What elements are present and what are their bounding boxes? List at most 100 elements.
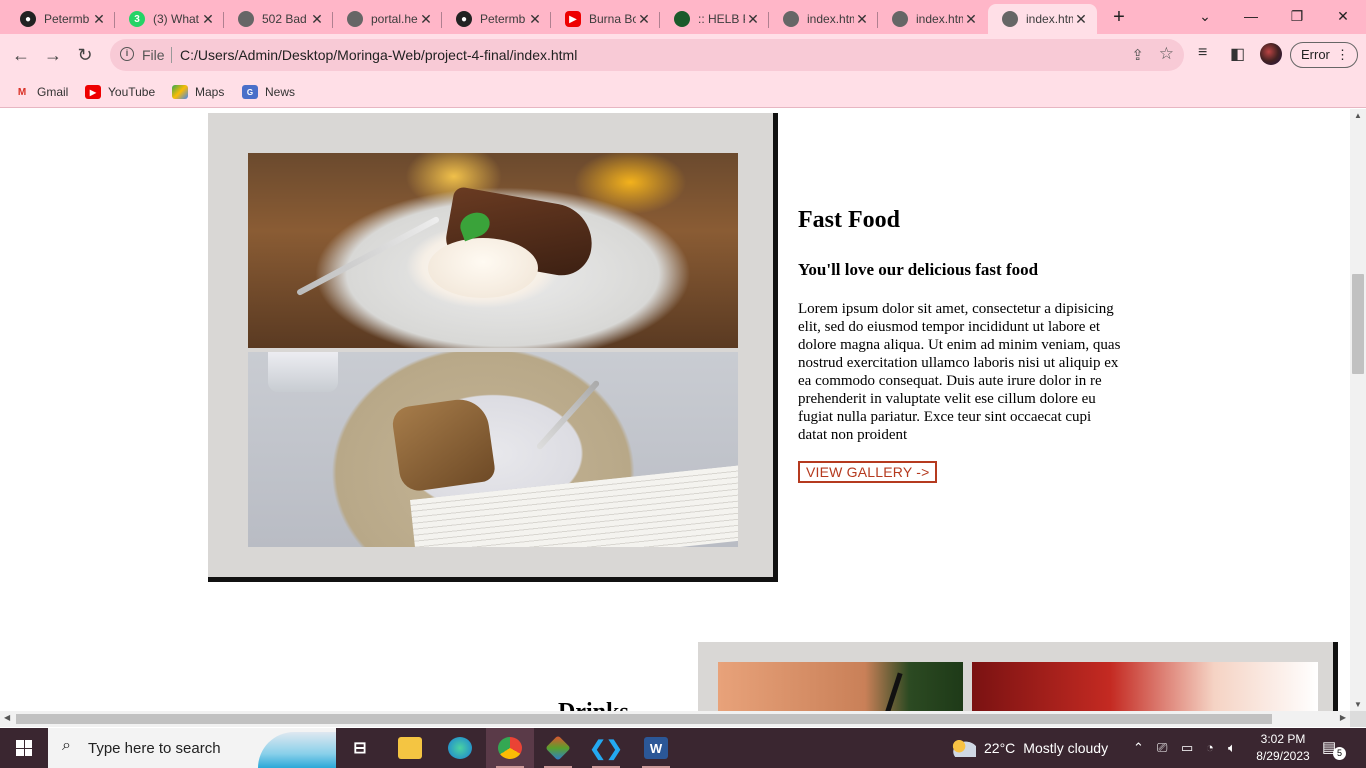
close-tab-icon[interactable]: ✕ [200,11,216,28]
error-label: Error [1301,47,1330,62]
close-tab-icon[interactable]: ✕ [91,11,107,28]
start-button[interactable] [0,728,48,768]
section-body: Lorem ipsum dolor sit amet, consectetur … [798,301,1121,443]
task-view-button[interactable]: ⊟ [336,728,384,768]
edge-icon [448,737,472,759]
folder-icon [398,737,422,759]
drink-photo-left [718,662,963,711]
view-gallery-button[interactable]: VIEW GALLERY -> [798,461,938,483]
close-tab-icon[interactable]: ✕ [854,11,870,28]
bookmark-youtube[interactable]: ▶ YouTube [85,83,155,101]
info-icon[interactable]: i [120,47,134,61]
restore-button[interactable]: ❐ [1274,0,1320,34]
close-tab-icon[interactable]: ✕ [527,11,543,28]
tab-github-1[interactable]: ● Petermb ✕ [6,4,115,34]
wifi-icon[interactable]: ◔ [1206,740,1214,755]
side-panel-icon[interactable]: ◧ [1230,44,1245,64]
tab-title: Petermb [44,12,90,26]
horizontal-scrollbar[interactable]: ◀ ▶ [0,711,1350,727]
search-placeholder: Type here to search [88,740,221,757]
close-tab-icon[interactable]: ✕ [418,11,434,28]
tab-index-2[interactable]: index.htm ✕ [878,4,987,34]
tab-title: Burna Bo [589,12,636,26]
bookmark-star-icon[interactable]: ☆ [1159,44,1174,64]
bookmark-maps[interactable]: Maps [172,83,224,101]
cake-photo-top [248,153,738,348]
youtube-icon: ▶ [85,85,101,99]
close-tab-icon[interactable]: ✕ [963,11,979,28]
vertical-scroll-thumb[interactable] [1352,274,1364,374]
cake-piece-shape [390,395,497,494]
url-divider [171,47,172,63]
whatsapp-icon: 3 [129,11,145,27]
meet-now-icon[interactable]: ⎚ [1157,740,1167,756]
address-bar[interactable]: i File C:/Users/Admin/Desktop/Moringa-We… [110,39,1184,71]
tab-index-active[interactable]: index.htm ✕ [988,4,1097,34]
profile-error-button[interactable]: Error ⋮ [1290,42,1358,68]
tab-github-2[interactable]: ● Petermb ✕ [442,4,551,34]
bookmark-news[interactable]: G News [242,83,295,101]
tab-portal[interactable]: portal.he ✕ [333,4,442,34]
scroll-up-arrow-icon[interactable]: ▲ [1354,111,1362,120]
close-tab-icon[interactable]: ✕ [1073,11,1089,28]
close-tab-icon[interactable]: ✕ [309,11,325,28]
battery-icon[interactable]: ▭ [1181,740,1193,756]
close-window-button[interactable]: ✕ [1320,0,1366,34]
globe-icon [347,11,363,27]
share-icon[interactable]: ⇪ [1131,46,1144,64]
url-text[interactable]: C:/Users/Admin/Desktop/Moringa-Web/proje… [180,47,577,63]
git-tool-button[interactable] [534,728,582,768]
clock-date: 8/29/2023 [1256,749,1310,763]
tab-helb[interactable]: :: HELB P ✕ [660,4,769,34]
tab-index-1[interactable]: index.htm ✕ [769,4,878,34]
file-explorer-button[interactable] [386,728,434,768]
volume-icon[interactable]: 🔈︎ [1228,740,1236,756]
minimize-button[interactable]: — [1228,0,1274,34]
fork-shape [295,215,441,297]
notification-center-button[interactable]: ▤ 5 [1322,738,1346,760]
youtube-icon: ▶ [565,11,581,27]
tab-whatsapp[interactable]: 3 (3) What ✕ [115,4,224,34]
gmail-icon: M [17,86,27,98]
helb-icon [674,11,690,27]
close-tab-icon[interactable]: ✕ [745,11,761,28]
taskbar-clock[interactable]: 3:02 PM 8/29/2023 [1253,731,1313,765]
scroll-down-arrow-icon[interactable]: ▼ [1354,700,1362,709]
bookmark-gmail[interactable]: M Gmail [14,83,69,101]
back-button[interactable]: ← [8,42,34,68]
vertical-scrollbar[interactable]: ▲ ▼ [1350,109,1366,711]
drinks-section-title: Drinks [558,699,629,711]
tab-502[interactable]: 502 Bad ✕ [224,4,333,34]
tab-title: :: HELB P [698,12,745,26]
scroll-left-arrow-icon[interactable]: ◀ [4,713,10,722]
bookmarks-bar: M Gmail ▶ YouTube Maps G News [0,76,1366,108]
vscode-button[interactable]: ❮❯ [582,728,630,768]
tab-title: index.htm [807,12,854,26]
globe-icon [892,11,908,27]
notification-count-badge: 5 [1333,747,1346,760]
scrollbar-corner [1350,711,1366,727]
taskbar-search-box[interactable]: ⌕ Type here to search [48,728,336,768]
show-hidden-icons-chevron-icon[interactable]: ⌃ [1133,740,1144,756]
globe-icon [1002,11,1018,27]
tab-youtube[interactable]: ▶ Burna Bo ✕ [551,4,660,34]
edge-button[interactable] [436,728,484,768]
horizontal-scroll-thumb[interactable] [16,714,1272,724]
chrome-button[interactable] [486,728,534,768]
tab-search-chevron-icon[interactable]: ⌄ [1182,0,1228,34]
scroll-right-arrow-icon[interactable]: ▶ [1340,713,1346,722]
vscode-icon: ❮❯ [589,737,623,760]
windows-logo-icon [16,740,32,756]
media-queue-icon[interactable]: ≡ [1198,44,1207,62]
new-tab-button[interactable]: + [1108,6,1130,28]
bookmark-label: Gmail [37,85,69,99]
profile-avatar[interactable] [1260,43,1282,65]
word-button[interactable]: W [632,728,680,768]
maps-icon [172,85,188,99]
close-tab-icon[interactable]: ✕ [636,11,652,28]
fast-food-section: Fast Food You'll love our delicious fast… [798,207,1123,483]
globe-icon [783,11,799,27]
forward-button[interactable]: → [40,42,66,68]
reload-button[interactable]: ↻ [72,42,98,68]
weather-widget[interactable]: 22°C Mostly cloudy [950,728,1108,768]
